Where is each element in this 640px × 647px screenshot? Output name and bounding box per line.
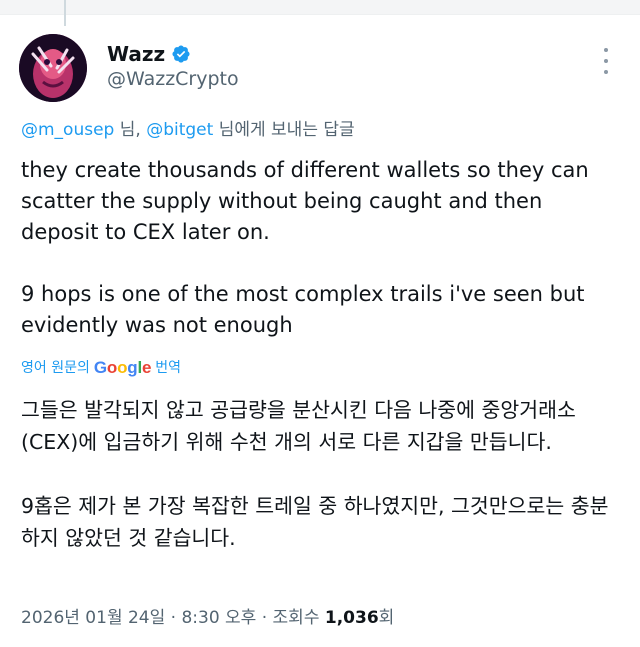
more-options-icon[interactable] — [598, 48, 614, 74]
more-dot — [604, 48, 608, 52]
author-display-name[interactable]: Wazz — [107, 42, 165, 66]
tweet-timestamp[interactable]: 2026년 01월 24일 · 8:30 오후 · 조회수 — [21, 608, 325, 628]
reply-context: @m_ousep 님, @bitget 님에게 보내는 답글 — [21, 118, 355, 142]
translated-paragraph: 9홉은 제가 본 가장 복잡한 트레일 중 하나였지만, 그것만으로는 충분하지… — [21, 494, 609, 550]
avatar-image — [19, 34, 87, 102]
more-dot — [604, 70, 608, 74]
view-count: 1,036 — [324, 608, 379, 628]
tweet-paragraph: 9 hops is one of the most complex trails… — [21, 282, 585, 337]
translation-prefix: 영어 원문의 — [21, 360, 90, 376]
translated-paragraph: 그들은 발각되지 않고 공급량을 분산시킨 다음 나중에 중앙거래소(CEX)에… — [21, 398, 576, 454]
more-dot — [604, 59, 608, 63]
translation-label[interactable]: 영어 원문의 Google 번역 — [21, 356, 181, 380]
reply-separator: 님, — [114, 120, 147, 140]
mention-link[interactable]: @m_ousep — [21, 120, 114, 140]
tweet-paragraph: they create thousands of different walle… — [21, 158, 589, 244]
view-count-suffix: 회 — [378, 608, 395, 628]
reply-suffix: 님에게 보내는 답글 — [213, 120, 355, 140]
author-name[interactable]: Wazz — [107, 42, 191, 66]
previous-tweet-strip — [0, 0, 640, 15]
mention-link[interactable]: @bitget — [146, 120, 213, 140]
translation-suffix: 번역 — [155, 360, 182, 376]
author-handle[interactable]: @WazzCrypto — [107, 67, 239, 91]
tweet-text: they create thousands of different walle… — [21, 155, 621, 341]
translated-text: 그들은 발각되지 않고 공급량을 분산시킨 다음 나중에 중앙거래소(CEX)에… — [21, 394, 626, 554]
tweet-meta: 2026년 01월 24일 · 8:30 오후 · 조회수 1,036회 — [21, 606, 394, 630]
verified-badge-icon — [171, 44, 191, 64]
avatar[interactable] — [19, 34, 87, 102]
thread-connector-line — [64, 0, 66, 26]
google-logo: Google — [93, 358, 152, 377]
